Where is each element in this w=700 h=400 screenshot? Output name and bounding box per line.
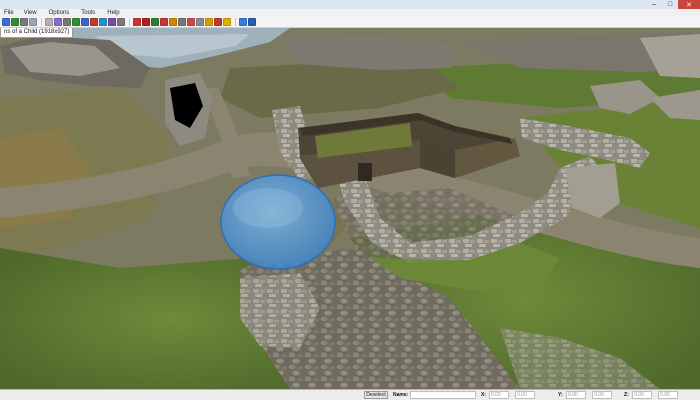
toolbar-tool-icon[interactable] [205, 18, 213, 26]
toolbar-tool-icon[interactable] [178, 18, 186, 26]
window-controls: – □ ✕ [646, 0, 700, 9]
minimize-button[interactable]: – [646, 0, 662, 9]
x-field[interactable]: 0.00 [489, 391, 509, 399]
toolbar-tool-icon[interactable] [160, 18, 168, 26]
toolbar-tool-icon[interactable] [54, 18, 62, 26]
toolbar-tool-icon[interactable] [20, 18, 28, 26]
x2-field[interactable]: 0.00 [515, 391, 535, 399]
toolbar-tool-icon[interactable] [90, 18, 98, 26]
toolbar-tool-icon[interactable] [169, 18, 177, 26]
name-field[interactable] [410, 391, 476, 399]
toolbar-tool-icon[interactable] [108, 18, 116, 26]
toolbar-tool-icon[interactable] [223, 18, 231, 26]
deselect-button[interactable]: Deselect [364, 391, 388, 399]
tab-map[interactable]: ns of a Child (1918x927) [0, 28, 74, 38]
menu-options[interactable]: Options [43, 9, 76, 17]
z-field[interactable]: 0.00 [632, 391, 652, 399]
y-label: Y: [558, 392, 563, 398]
close-button[interactable]: ✕ [678, 0, 700, 9]
toolbar-tool-icon[interactable] [29, 18, 37, 26]
toolbar-tool-icon[interactable] [239, 18, 247, 26]
toolbar-tool-icon[interactable] [142, 18, 150, 26]
toolbar-separator [129, 18, 130, 26]
toolbar-tool-icon[interactable] [45, 18, 53, 26]
toolbar-tool-icon[interactable] [63, 18, 71, 26]
z-label: Z: [624, 392, 629, 398]
name-label: Name: [393, 392, 409, 398]
z2-field[interactable]: 0.00 [658, 391, 678, 399]
menu-help[interactable]: Help [101, 9, 125, 17]
toolbar-tool-icon[interactable] [248, 18, 256, 26]
toolbar-tool-icon[interactable] [81, 18, 89, 26]
toolbar-tool-icon[interactable] [187, 18, 195, 26]
toolbar-tool-icon[interactable] [151, 18, 159, 26]
menu-tools[interactable]: Tools [75, 9, 101, 17]
maximize-button[interactable]: □ [662, 0, 678, 9]
menu-view[interactable]: View [18, 9, 43, 17]
map-viewport[interactable] [0, 28, 700, 389]
y-field[interactable]: 0.00 [566, 391, 586, 399]
toolbar-tool-icon[interactable] [2, 18, 10, 26]
toolbar-tool-icon[interactable] [133, 18, 141, 26]
menu-bar: File View Options Tools Help [0, 9, 700, 17]
toolbar [0, 17, 700, 28]
map-render[interactable] [0, 28, 700, 389]
toolbar-tool-icon[interactable] [99, 18, 107, 26]
status-bar: Deselect Name: X: 0.00 0.00 Y: 0.00 0.00… [0, 389, 700, 400]
toolbar-separator [235, 18, 236, 26]
toolbar-tool-icon[interactable] [117, 18, 125, 26]
x-label: X: [481, 392, 486, 398]
toolbar-tool-icon[interactable] [214, 18, 222, 26]
y2-field[interactable]: 0.00 [592, 391, 612, 399]
menu-file[interactable]: File [2, 9, 18, 17]
toolbar-tool-icon[interactable] [196, 18, 204, 26]
toolbar-separator [41, 18, 42, 26]
toolbar-tool-icon[interactable] [72, 18, 80, 26]
toolbar-tool-icon[interactable] [11, 18, 19, 26]
